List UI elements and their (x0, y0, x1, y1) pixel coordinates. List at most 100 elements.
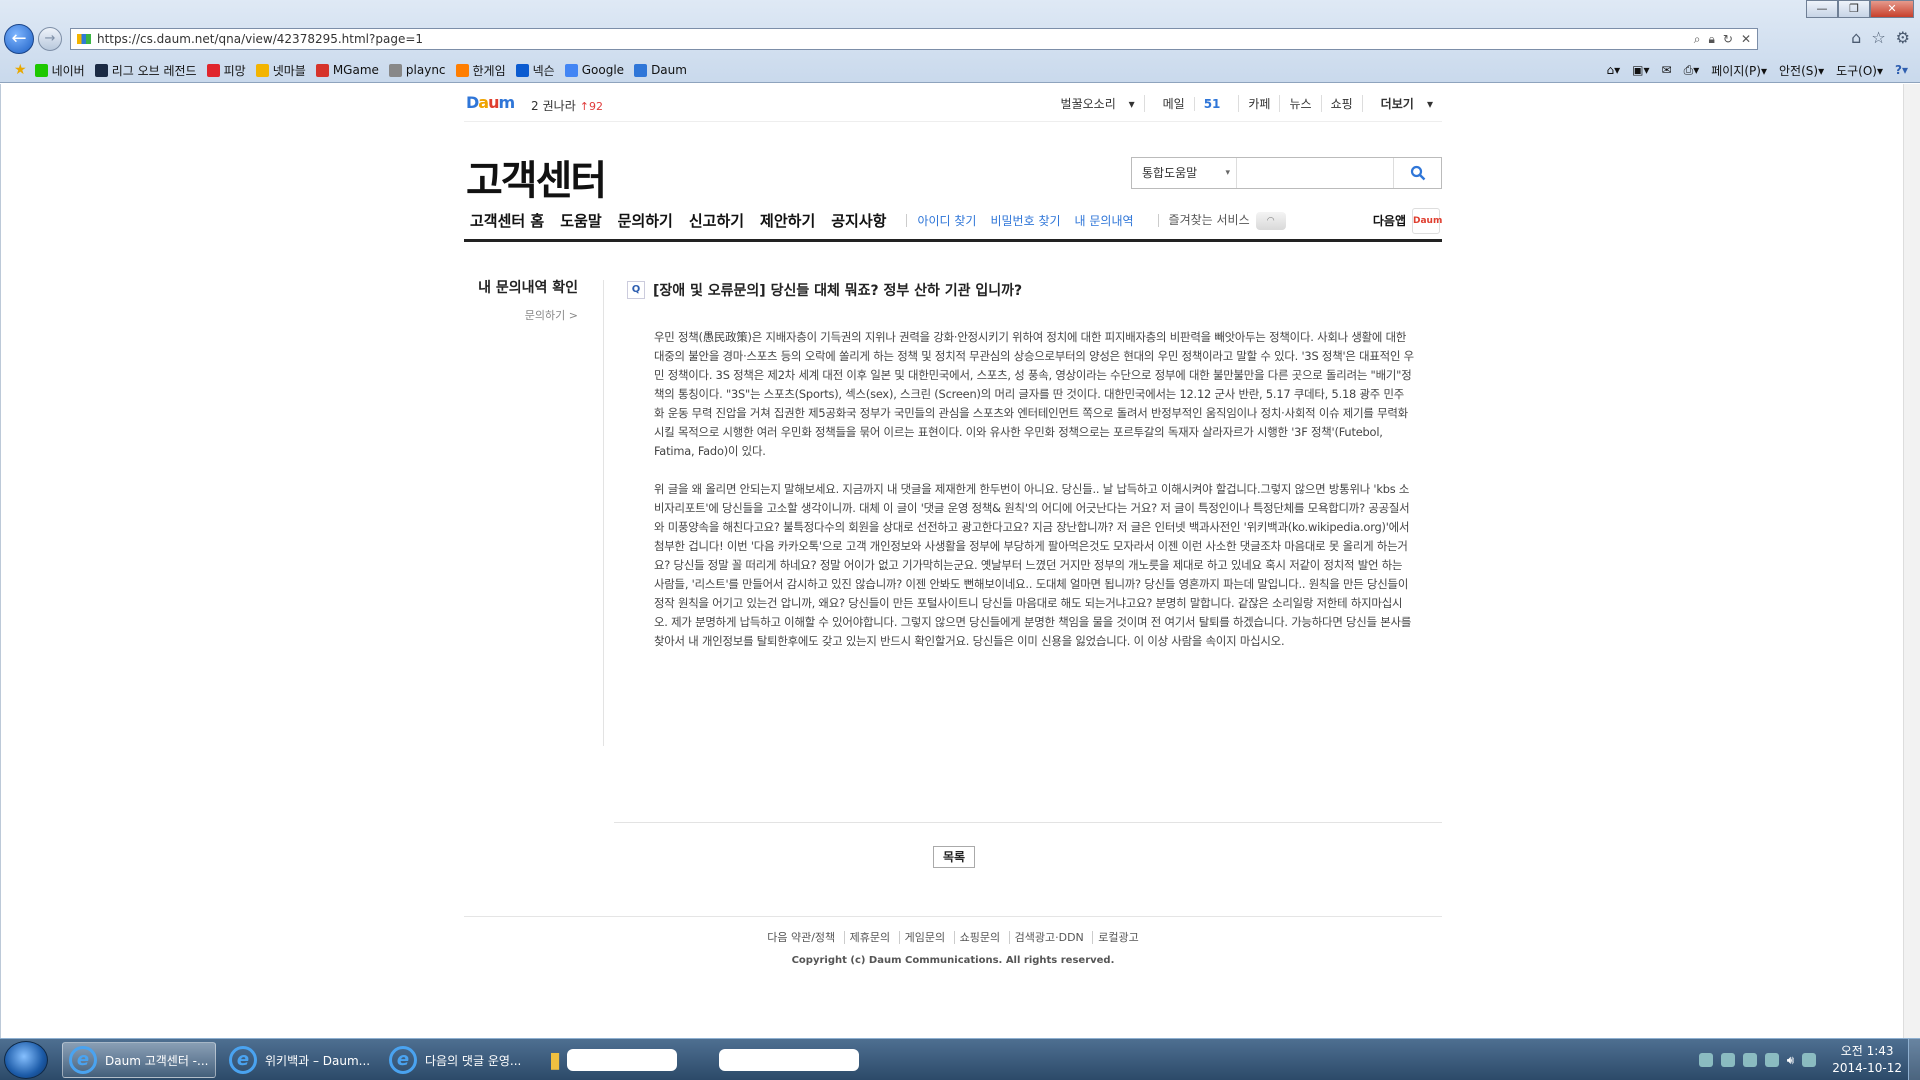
logo-letter: a (478, 93, 489, 112)
favorite-services-icon: ◠ (1255, 211, 1286, 230)
favorite-pmang[interactable]: 피망 (206, 62, 246, 79)
feeds-icon[interactable]: ▣▾ (1632, 63, 1649, 77)
nexon-icon (515, 63, 529, 77)
lnb-inquiry-link[interactable]: 문의하기 > (464, 307, 578, 323)
help-icon[interactable]: ?▾ (1895, 63, 1908, 77)
arrow-left-icon: ← (11, 28, 27, 49)
clock[interactable]: 오전 1:43 2014-10-12 (1832, 1043, 1902, 1077)
star-icon[interactable]: ☆ (1871, 28, 1885, 47)
network-icon[interactable] (1802, 1053, 1817, 1067)
maximize-button[interactable]: ❐ (1838, 0, 1870, 18)
tray-icon[interactable] (1698, 1053, 1713, 1067)
tools-menu[interactable]: 도구(O)▾ (1836, 62, 1883, 79)
print-icon[interactable]: ⎙▾ (1684, 63, 1700, 78)
footer-link-terms[interactable]: 다음 약관/정책 (762, 931, 840, 944)
start-button[interactable] (4, 1041, 48, 1079)
footer-link-local-ads[interactable]: 로컬광고 (1092, 931, 1144, 944)
footer: 다음 약관/정책 제휴문의 게임문의 쇼핑문의 검색광고·DDN 로컬광고 Co… (464, 929, 1442, 966)
menu-suggest[interactable]: 제안하기 (760, 210, 815, 231)
tray-icon[interactable] (1742, 1053, 1757, 1067)
menu-daum-app[interactable]: 다음앱 Daum (1373, 207, 1442, 234)
favorite-label: 한게임 (472, 63, 506, 78)
favorite-label: plaync (405, 63, 446, 77)
tray-icon[interactable] (1720, 1053, 1735, 1067)
menu-inquiry[interactable]: 문의하기 (618, 210, 673, 231)
rank-number: 2 (531, 99, 539, 113)
close-window-button[interactable]: ✕ (1870, 0, 1914, 18)
content-bottom-rule (614, 822, 1442, 823)
task-folder[interactable]: ▮ (542, 1042, 700, 1078)
task-wikipedia[interactable]: e 위키백과 – Daum... (222, 1042, 376, 1078)
minimize-button[interactable]: — (1806, 0, 1838, 18)
vertical-scrollbar[interactable] (1903, 84, 1920, 1038)
lock-icon[interactable]: 🔒︎ (1708, 32, 1714, 47)
question-view: Q [장애 및 오류문의] 당신들 대체 뭐죠? 정부 산하 기관 입니까? 우… (627, 280, 1442, 670)
favorite-naver[interactable]: 네이버 (34, 62, 85, 79)
url-text: https://cs.daum.net/qna/view/42378295.ht… (97, 32, 424, 46)
favorite-label: 네이버 (51, 63, 85, 78)
favorite-plaync[interactable]: plaync (388, 63, 446, 77)
left-nav: 내 문의내역 확인 문의하기 > (464, 280, 586, 323)
plaync-icon (388, 63, 402, 77)
netmarble-icon (255, 63, 269, 77)
gnb-sound[interactable]: 벌꿀오소리 ▾ (1043, 95, 1144, 112)
page-menu[interactable]: 페이지(P)▾ (1711, 62, 1767, 79)
favorite-mgame[interactable]: MGame (315, 63, 379, 77)
forward-button[interactable]: → (38, 27, 62, 51)
footer-link-partnership[interactable]: 제휴문의 (843, 931, 896, 944)
page-title[interactable]: 고객센터 (466, 148, 607, 206)
search-button[interactable] (1393, 158, 1441, 188)
task-daum-cs[interactable]: e Daum 고객센터 -... (62, 1042, 216, 1078)
search-input[interactable] (1237, 158, 1393, 188)
safety-menu[interactable]: 안전(S)▾ (1779, 62, 1824, 79)
gnb-shopping[interactable]: 쇼핑 (1320, 95, 1362, 112)
home-menu-icon[interactable]: ⌂▾ (1607, 63, 1621, 77)
menu-report[interactable]: 신고하기 (689, 210, 744, 231)
daum-logo[interactable]: Daum (466, 93, 515, 112)
task-daum-comment-policy[interactable]: e 다음의 댓글 운영... (382, 1042, 536, 1078)
footer-link-shopping[interactable]: 쇼핑문의 (953, 931, 1006, 944)
search-scope-select[interactable]: 통합도움말 (1132, 158, 1237, 188)
show-desktop-button[interactable] (1908, 1039, 1920, 1080)
gnb-more[interactable]: 더보기 ▾ (1361, 95, 1442, 112)
menu-my-inquiries[interactable]: 내 문의내역 (1075, 212, 1134, 229)
gnb-cafe[interactable]: 카페 (1238, 95, 1279, 112)
home-icon[interactable]: ⌂ (1851, 28, 1861, 47)
ie-icon: e (389, 1046, 417, 1074)
gear-icon[interactable]: ⚙ (1896, 28, 1910, 47)
favorites-star-icon[interactable]: ★ (14, 62, 27, 78)
favorite-hangame[interactable]: 한게임 (455, 62, 506, 79)
volume-icon[interactable]: 🔊︎ (1787, 1053, 1795, 1068)
favorite-label: Daum (651, 63, 687, 77)
favorite-netmarble[interactable]: 넷마블 (255, 62, 306, 79)
gnb-sound-label: 벌꿀오소리 (1060, 97, 1116, 111)
favorite-daum[interactable]: Daum (634, 63, 687, 77)
footer-link-game[interactable]: 게임문의 (898, 931, 951, 944)
mail-icon[interactable]: ✉ (1662, 63, 1672, 77)
stop-icon[interactable]: ✕ (1741, 32, 1751, 47)
realtime-search-rank[interactable]: 2 권나라 ↑92 (531, 97, 603, 114)
menu-notice[interactable]: 공지사항 (831, 210, 886, 231)
footer-rule (464, 916, 1442, 917)
list-button[interactable]: 목록 (933, 846, 975, 868)
back-button[interactable]: ← (4, 24, 34, 54)
menu-find-password[interactable]: 비밀번호 찾기 (990, 212, 1060, 229)
menu-find-id[interactable]: 아이디 찾기 (917, 212, 976, 229)
footer-link-search-ads[interactable]: 검색광고·DDN (1008, 931, 1089, 944)
tray-icon[interactable] (1764, 1053, 1779, 1067)
favorite-lol[interactable]: 리그 오브 레전드 (94, 62, 197, 79)
task-redacted[interactable] (706, 1042, 864, 1078)
gnb-news[interactable]: 뉴스 (1279, 95, 1320, 112)
address-bar[interactable]: https://cs.daum.net/qna/view/42378295.ht… (70, 28, 1758, 50)
refresh-icon[interactable]: ↻ (1723, 32, 1733, 47)
menu-favorite-services[interactable]: 즐겨찾는 서비스 ◠ (1169, 211, 1286, 230)
favorite-google[interactable]: Google (564, 63, 624, 77)
gnb-mail[interactable]: 메일 51 (1143, 95, 1239, 112)
clock-time: 오전 1:43 (1840, 1044, 1894, 1058)
search-icon[interactable]: ⌕ (1694, 32, 1701, 47)
favorite-label: MGame (332, 63, 379, 77)
menu-cs-home[interactable]: 고객센터 홈 (470, 210, 544, 231)
mgame-icon (315, 63, 329, 77)
menu-help[interactable]: 도움말 (560, 210, 601, 231)
favorite-nexon[interactable]: 넥슨 (515, 62, 555, 79)
